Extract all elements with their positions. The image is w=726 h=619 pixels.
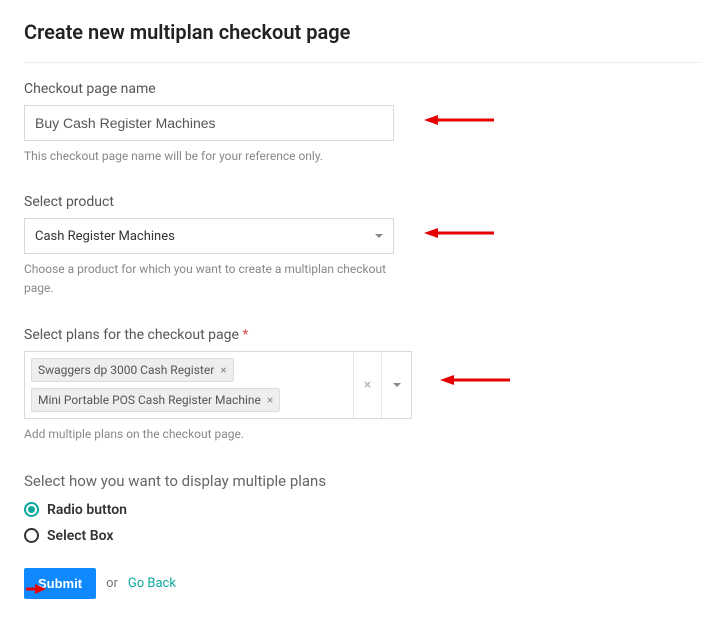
select-product-group: Select product Cash Register Machines Ch…: [24, 194, 702, 298]
plan-chip: Swaggers dp 3000 Cash Register ×: [31, 358, 234, 382]
annotation-arrow-icon: [424, 224, 494, 236]
radio-option-radio-button[interactable]: Radio button: [24, 502, 702, 518]
remove-chip-icon[interactable]: ×: [220, 363, 226, 377]
select-plans-multiselect[interactable]: Swaggers dp 3000 Cash Register × Mini Po…: [24, 351, 412, 419]
chip-area: Swaggers dp 3000 Cash Register × Mini Po…: [25, 352, 353, 418]
select-product-dropdown[interactable]: Cash Register Machines: [24, 218, 394, 254]
annotation-arrow-icon: [424, 111, 494, 123]
plan-chip-label: Mini Portable POS Cash Register Machine: [38, 393, 261, 407]
remove-chip-icon[interactable]: ×: [267, 393, 273, 407]
radio-option-label: Radio button: [47, 502, 127, 518]
or-text: or: [106, 576, 118, 591]
select-plans-label: Select plans for the checkout page *: [24, 327, 702, 343]
display-mode-group: Select how you want to display multiple …: [24, 472, 702, 544]
chevron-down-icon: [393, 383, 401, 387]
go-back-link[interactable]: Go Back: [128, 576, 176, 591]
dropdown-toggle[interactable]: [381, 352, 411, 418]
checkout-name-label: Checkout page name: [24, 81, 702, 97]
submit-button[interactable]: Submit: [24, 568, 96, 599]
select-plans-helper: Add multiple plans on the checkout page.: [24, 425, 394, 444]
annotation-arrow-icon: [440, 371, 510, 383]
radio-icon: [24, 528, 39, 543]
divider: [24, 62, 702, 63]
select-product-value: Cash Register Machines: [35, 229, 175, 244]
select-plans-label-text: Select plans for the checkout page: [24, 327, 239, 343]
checkout-name-group: Checkout page name This checkout page na…: [24, 81, 702, 166]
required-asterisk: *: [242, 327, 248, 343]
checkout-name-helper: This checkout page name will be for your…: [24, 147, 394, 166]
form-actions: Submit or Go Back: [24, 568, 702, 599]
display-mode-label: Select how you want to display multiple …: [24, 472, 702, 490]
clear-all-icon[interactable]: ×: [353, 352, 381, 418]
radio-icon: [24, 502, 39, 517]
checkout-name-input[interactable]: [24, 105, 394, 141]
select-product-helper: Choose a product for which you want to c…: [24, 260, 394, 298]
select-plans-group: Select plans for the checkout page * Swa…: [24, 327, 702, 444]
radio-option-select-box[interactable]: Select Box: [24, 528, 702, 544]
radio-option-label: Select Box: [47, 528, 113, 544]
plan-chip: Mini Portable POS Cash Register Machine …: [31, 388, 280, 412]
page-title: Create new multiplan checkout page: [24, 20, 702, 44]
chevron-down-icon: [375, 234, 383, 238]
select-product-label: Select product: [24, 194, 702, 210]
plan-chip-label: Swaggers dp 3000 Cash Register: [38, 363, 214, 377]
display-mode-radio-group: Radio button Select Box: [24, 502, 702, 544]
